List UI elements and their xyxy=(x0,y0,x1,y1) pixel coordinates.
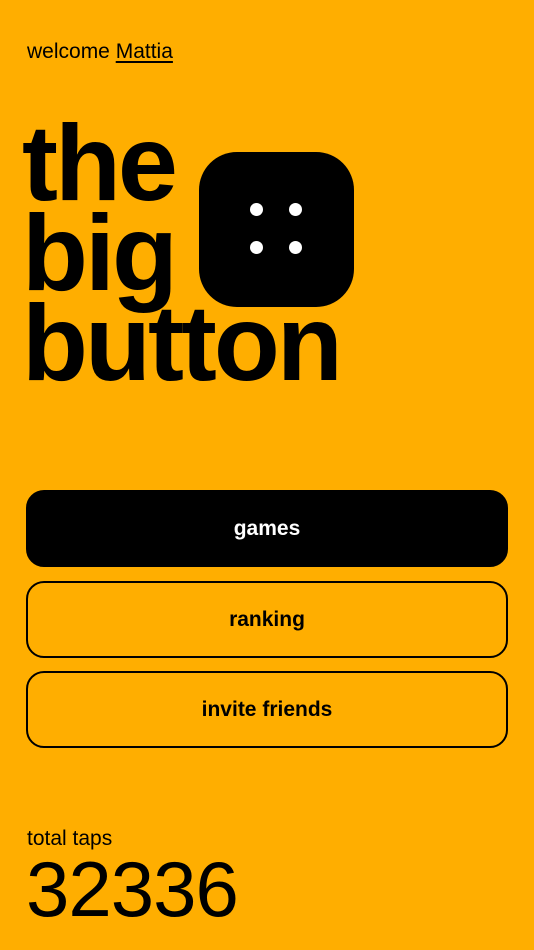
welcome-message: welcome Mattia xyxy=(27,38,173,66)
button-hole-dot xyxy=(289,241,302,254)
button-hole-dot xyxy=(250,241,263,254)
games-button[interactable]: games xyxy=(26,490,508,567)
invite-friends-button[interactable]: invite friends xyxy=(26,671,508,748)
button-hole-dot xyxy=(250,203,263,216)
ranking-button[interactable]: ranking xyxy=(26,581,508,658)
title-line-button: button xyxy=(22,282,343,403)
username-link[interactable]: Mattia xyxy=(116,40,173,63)
total-taps-value: 32336 xyxy=(26,845,239,933)
button-four-holes-icon xyxy=(199,152,354,307)
welcome-prefix: welcome xyxy=(27,40,110,63)
button-hole-dot xyxy=(289,203,302,216)
